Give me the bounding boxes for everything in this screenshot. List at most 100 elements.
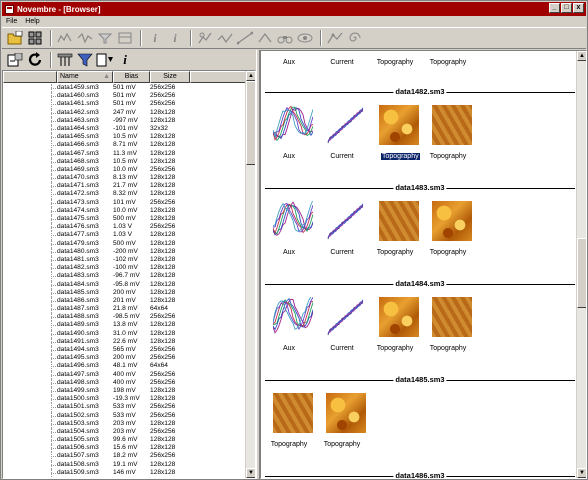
- topography-thumbnail[interactable]: [379, 297, 419, 337]
- name-column-header[interactable]: Name ▲: [57, 71, 113, 83]
- scan-tool-2-icon[interactable]: [76, 29, 94, 47]
- thumbnail-caption[interactable]: Topography: [369, 249, 421, 256]
- menu-help[interactable]: Help: [21, 18, 43, 25]
- tree-column-header[interactable]: [3, 71, 57, 83]
- table-row[interactable]: data1497.sm3 400 mV 256x256: [3, 370, 247, 379]
- table-row[interactable]: data1505.sm3 99.6 mV 128x128: [3, 436, 247, 445]
- table-row[interactable]: data1473.sm3 101 mV 256x256: [3, 198, 247, 208]
- filter-icon[interactable]: [76, 51, 94, 69]
- thumbnail-caption[interactable]: Current: [316, 59, 368, 66]
- table-row[interactable]: data1480.sm3 -200 mV 128x128: [3, 247, 247, 257]
- aux-thumbnail[interactable]: [272, 105, 314, 145]
- table-tool-icon[interactable]: [116, 29, 134, 47]
- thumbnail-caption[interactable]: Topography: [422, 59, 474, 66]
- profile-tool-icon[interactable]: [216, 29, 234, 47]
- line-tool-icon[interactable]: [236, 29, 254, 47]
- browser-scroll-down-button[interactable]: ▼: [577, 468, 586, 478]
- topography-thumbnail[interactable]: [273, 393, 313, 433]
- info-2-icon[interactable]: i: [166, 29, 184, 47]
- table-row[interactable]: data1467.sm3 11.3 mV 128x128: [3, 149, 247, 158]
- add-file-icon[interactable]: [6, 51, 24, 69]
- thumbnail-caption[interactable]: Topography: [316, 441, 368, 448]
- thumbnail-caption[interactable]: Topography: [422, 345, 474, 352]
- table-row[interactable]: data1476.sm3 1.03 V 256x256: [3, 223, 247, 232]
- refresh-icon[interactable]: [26, 51, 44, 69]
- thumbnail-caption[interactable]: Aux: [263, 345, 315, 352]
- table-row[interactable]: data1471.sm3 21.7 mV 128x128: [3, 182, 247, 191]
- table-row[interactable]: data1503.sm3 203 mV 128x128: [3, 419, 247, 429]
- browser-scroll-up-button[interactable]: ▲: [577, 51, 586, 61]
- close-button[interactable]: x: [573, 3, 584, 13]
- path-tool-icon[interactable]: [326, 29, 344, 47]
- table-row[interactable]: data1474.sm3 10.0 mV 128x128: [3, 206, 247, 216]
- table-row[interactable]: data1459.sm3 501 mV 256x256: [3, 84, 247, 93]
- topography-thumbnail[interactable]: [432, 201, 472, 241]
- thumbnail-caption[interactable]: Topography: [381, 153, 420, 160]
- table-row[interactable]: data1472.sm3 8.32 mV 128x128: [3, 190, 247, 199]
- aux-thumbnail[interactable]: [272, 294, 314, 337]
- table-row[interactable]: data1489.sm3 13.8 mV 128x128: [3, 321, 247, 330]
- table-row[interactable]: data1464.sm3 -101 mV 32x32: [3, 124, 247, 134]
- table-row[interactable]: data1465.sm3 10.5 mV 128x128: [3, 133, 247, 142]
- list-scrollbar[interactable]: ▲ ▼: [245, 71, 255, 478]
- table-row[interactable]: data1477.sm3 1.03 V 128x128: [3, 231, 247, 240]
- table-row[interactable]: data1461.sm3 501 mV 256x256: [3, 100, 247, 109]
- eye-icon[interactable]: [296, 29, 314, 47]
- spiral-tool-icon[interactable]: [346, 29, 364, 47]
- table-row[interactable]: data1470.sm3 8.13 mV 128x128: [3, 174, 247, 183]
- binoculars-icon[interactable]: [276, 29, 294, 47]
- table-row[interactable]: data1468.sm3 10.5 mV 128x128: [3, 157, 247, 167]
- thumbnail-caption[interactable]: Topography: [422, 249, 474, 256]
- scroll-down-button[interactable]: ▼: [246, 468, 255, 478]
- topography-thumbnail[interactable]: [379, 201, 419, 241]
- scroll-up-button[interactable]: ▲: [246, 71, 255, 81]
- table-row[interactable]: data1499.sm3 198 mV 128x128: [3, 386, 247, 396]
- aux-thumbnail[interactable]: [272, 199, 314, 241]
- table-row[interactable]: data1479.sm3 500 mV 128x128: [3, 239, 247, 248]
- table-row[interactable]: data1495.sm3 200 mV 256x256: [3, 354, 247, 363]
- topography-thumbnail[interactable]: [432, 105, 472, 145]
- table-row[interactable]: data1509.sm3 146 mV 128x128: [3, 468, 247, 478]
- table-row[interactable]: data1485.sm3 200 mV 128x128: [3, 288, 247, 298]
- table-row[interactable]: data1460.sm3 501 mV 256x256: [3, 92, 247, 101]
- table-row[interactable]: data1500.sm3 -19.3 mV 128x128: [3, 395, 247, 404]
- thumbnail-caption[interactable]: Current: [316, 249, 368, 256]
- table-row[interactable]: data1482.sm3 -100 mV 128x128: [3, 264, 247, 273]
- topography-thumbnail[interactable]: [326, 393, 366, 433]
- table-row[interactable]: data1506.sm3 15.6 mV 128x128: [3, 444, 247, 453]
- title-bar[interactable]: Novembre - [Browser] _ □ x: [2, 2, 586, 16]
- table-row[interactable]: data1508.sm3 19.1 mV 128x128: [3, 460, 247, 470]
- browser-scrollbar[interactable]: ▲ ▼: [576, 51, 586, 478]
- table-row[interactable]: data1462.sm3 247 mV 128x128: [3, 108, 247, 117]
- table-row[interactable]: data1496.sm3 48.1 mV 64x64: [3, 362, 247, 371]
- thumbnail-caption[interactable]: Current: [316, 153, 368, 160]
- current-thumbnail[interactable]: [326, 201, 366, 241]
- browser-scroll-thumb[interactable]: [577, 238, 586, 308]
- maximize-button[interactable]: □: [561, 3, 572, 13]
- table-row[interactable]: data1463.sm3 -997 mV 128x128: [3, 116, 247, 126]
- table-row[interactable]: data1501.sm3 533 mV 256x256: [3, 403, 247, 412]
- measure-tool-icon[interactable]: [256, 29, 274, 47]
- current-thumbnail[interactable]: [326, 105, 366, 145]
- table-row[interactable]: data1486.sm3 201 mV 128x128: [3, 296, 247, 306]
- topography-thumbnail[interactable]: [432, 297, 472, 337]
- table-row[interactable]: data1469.sm3 10.0 mV 256x256: [3, 165, 247, 175]
- thumbnail-caption[interactable]: Aux: [263, 249, 315, 256]
- table-row[interactable]: data1491.sm3 22.6 mV 128x128: [3, 337, 247, 347]
- zoom-tool-icon[interactable]: [196, 29, 214, 47]
- thumbnail-caption[interactable]: Aux: [263, 153, 315, 160]
- info-icon[interactable]: i: [146, 29, 164, 47]
- current-thumbnail[interactable]: [326, 297, 366, 337]
- thumbnail-caption[interactable]: Aux: [263, 59, 315, 66]
- table-row[interactable]: data1484.sm3 -95.8 mV 128x128: [3, 280, 247, 289]
- table-row[interactable]: data1498.sm3 400 mV 256x256: [3, 378, 247, 388]
- filter-tool-icon[interactable]: [96, 29, 114, 47]
- table-row[interactable]: data1487.sm3 21.8 mV 64x64: [3, 305, 247, 314]
- scroll-thumb[interactable]: [246, 81, 255, 165]
- sort-icon[interactable]: [96, 51, 114, 69]
- table-row[interactable]: data1483.sm3 -96.7 mV 128x128: [3, 272, 247, 281]
- table-row[interactable]: data1481.sm3 -102 mV 128x128: [3, 255, 247, 265]
- thumbnail-caption[interactable]: Topography: [369, 59, 421, 66]
- open-folder-icon[interactable]: [6, 29, 24, 47]
- table-row[interactable]: data1507.sm3 18.2 mV 256x256: [3, 452, 247, 461]
